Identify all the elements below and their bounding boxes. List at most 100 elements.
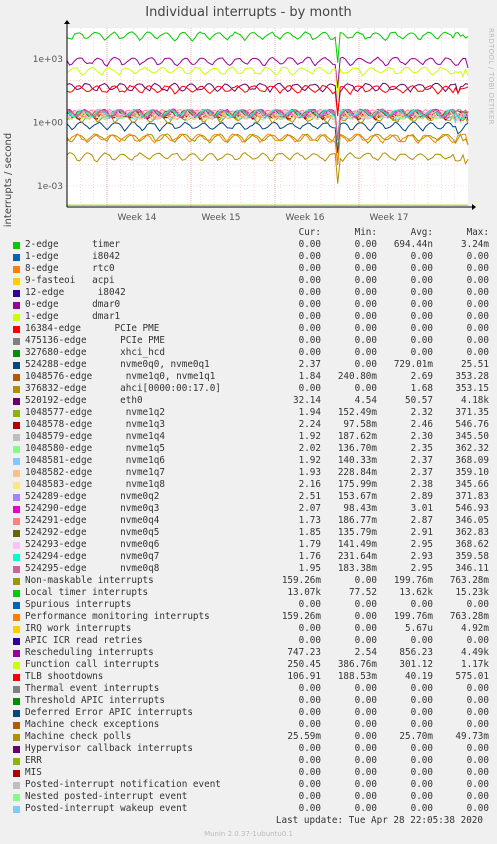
legend-cur: 0.00	[298, 287, 321, 298]
legend-max: 15.23k	[455, 587, 489, 598]
legend-row: 524288-edge nvme0q0, nvme0q1 2.37 0.00 729.…	[13, 359, 493, 371]
header-cur: Cur:	[298, 227, 321, 238]
legend-avg: 2.95	[410, 563, 433, 574]
legend-max: 49.73m	[455, 731, 489, 742]
legend-max: 3.24m	[461, 239, 489, 250]
legend-row: ERR 0.00 0.00 0.00 0.00	[13, 755, 493, 767]
legend-label: 1048579-edge nvme1q4	[25, 431, 165, 442]
legend-swatch	[13, 301, 20, 309]
legend-label: TLB shootdowns	[25, 671, 104, 682]
legend-cur: 0.00	[298, 599, 321, 610]
x-tick-label: Week 17	[370, 213, 409, 223]
legend-cur: 2.24	[298, 419, 321, 430]
legend-min: 187.62m	[337, 431, 377, 442]
legend-label: 1048578-edge nvme1q3	[25, 419, 165, 430]
legend-row: Hypervisor callback interrupts 0.00 0.00 0.…	[13, 743, 493, 755]
legend-avg: 0.00	[410, 755, 433, 766]
legend-min: 0.00	[354, 803, 377, 814]
legend-swatch	[13, 613, 20, 621]
legend-avg: 301.12	[399, 659, 433, 670]
legend-min: 0.00	[354, 623, 377, 634]
legend-max: 0.00	[466, 599, 489, 610]
legend-max: 763.28m	[449, 575, 489, 586]
legend-min: 98.43m	[343, 503, 377, 514]
legend-min: 0.00	[354, 575, 377, 586]
legend-avg: 0.00	[410, 635, 433, 646]
legend-avg: 13.62k	[399, 587, 433, 598]
legend-cur: 25.59m	[287, 731, 321, 742]
legend-min: 188.53m	[337, 671, 377, 682]
legend-label: 1048580-edge nvme1q5	[25, 443, 165, 454]
y-tick-label: 1e+00	[33, 119, 64, 129]
legend-swatch	[13, 637, 20, 645]
legend-avg: 856.23	[399, 647, 433, 658]
legend-swatch	[13, 577, 20, 585]
legend-swatch	[13, 541, 20, 549]
legend-avg: 2.87	[410, 515, 433, 526]
legend-swatch	[13, 505, 20, 513]
legend-swatch	[13, 565, 20, 573]
legend-label: IRQ work interrupts	[25, 623, 132, 634]
legend-label: 2-edge timer	[25, 239, 121, 250]
legend-min: 183.38m	[337, 563, 377, 574]
legend-row: Posted-interrupt wakeup event 0.00 0.00 0.0…	[13, 803, 493, 815]
legend-label: Rescheduling interrupts	[25, 647, 154, 658]
legend-avg: 2.35	[410, 443, 433, 454]
legend-avg: 0.00	[410, 779, 433, 790]
legend-max: 0.00	[466, 263, 489, 274]
legend-max: 359.58	[455, 551, 489, 562]
legend-row: Spurious interrupts 0.00 0.00 0.00 0.00	[13, 599, 493, 611]
legend-label: Threshold APIC interrupts	[25, 695, 165, 706]
legend-row: 524293-edge nvme0q6 1.79 141.49m 2.95 368.62	[13, 539, 493, 551]
legend-avg: 199.76m	[393, 575, 433, 586]
legend-row: Machine check polls 25.59m 0.00 25.70m 49.73…	[13, 731, 493, 743]
legend-label: 376832-edge ahci[0000:00:17.0]	[25, 383, 221, 394]
legend-min: 0.00	[354, 359, 377, 370]
legend-row: Local timer interrupts 13.07k 77.52 13.62k 1…	[13, 587, 493, 599]
legend-swatch	[13, 661, 20, 669]
legend-swatch	[13, 289, 20, 297]
legend-max: 353.28	[455, 371, 489, 382]
legend-swatch	[13, 397, 20, 405]
legend-row: 1-edge dmar1 0.00 0.00 0.00 0.00	[13, 311, 493, 323]
chart-plot: 1e+03 1e+00 1e-03 Week 14 Week 15 Week 16 Week…	[33, 20, 476, 223]
legend-row: 524295-edge nvme0q8 1.95 183.38m 2.95 346.11	[13, 563, 493, 575]
legend-avg: 0.00	[410, 707, 433, 718]
legend-row: 1048581-edge nvme1q6 1.92 140.33m 2.37 368.0…	[13, 455, 493, 467]
legend-min: 0.00	[354, 695, 377, 706]
legend-avg: 2.38	[410, 479, 433, 490]
legend-max: 0.00	[466, 695, 489, 706]
legend-swatch	[13, 457, 20, 465]
legend-row: Deferred Error APIC interrupts 0.00 0.00 0.…	[13, 707, 493, 719]
legend-min: 97.58m	[343, 419, 377, 430]
legend-row: Performance monitoring interrupts 159.26m…	[13, 611, 493, 623]
legend-swatch	[13, 721, 20, 729]
legend-max: 353.15	[455, 383, 489, 394]
legend-swatch	[13, 325, 20, 333]
legend-cur: 159.26m	[281, 611, 321, 622]
legend-avg: 0.00	[410, 803, 433, 814]
legend-min: 0.00	[354, 263, 377, 274]
legend-avg: 0.00	[410, 599, 433, 610]
legend-max: 362.83	[455, 527, 489, 538]
legend-max: 362.32	[455, 443, 489, 454]
legend-cur: 2.16	[298, 479, 321, 490]
legend-max: 345.50	[455, 431, 489, 442]
legend-label: 16384-edge PCIe PME	[25, 323, 160, 334]
legend-row: 2-edge timer 0.00 0.00 694.44n 3.24m	[13, 239, 493, 251]
legend-avg: 0.00	[410, 335, 433, 346]
legend-min: 2.54	[354, 647, 377, 658]
legend-row: 12-edge i8042 0.00 0.00 0.00 0.00	[13, 287, 493, 299]
legend-label: 524294-edge nvme0q7	[25, 551, 160, 562]
legend-swatch	[13, 733, 20, 741]
legend-swatch	[13, 481, 20, 489]
legend-max: 0.00	[466, 707, 489, 718]
legend-min: 186.77m	[337, 515, 377, 526]
legend-max: 0.00	[466, 743, 489, 754]
legend-min: 0.00	[354, 335, 377, 346]
header-max: Max:	[466, 227, 489, 238]
legend-row: Nested posted-interrupt event 0.00 0.00 0.0…	[13, 791, 493, 803]
legend-avg: 50.57	[405, 395, 433, 406]
legend-min: 0.00	[354, 767, 377, 778]
legend-max: 0.00	[466, 683, 489, 694]
